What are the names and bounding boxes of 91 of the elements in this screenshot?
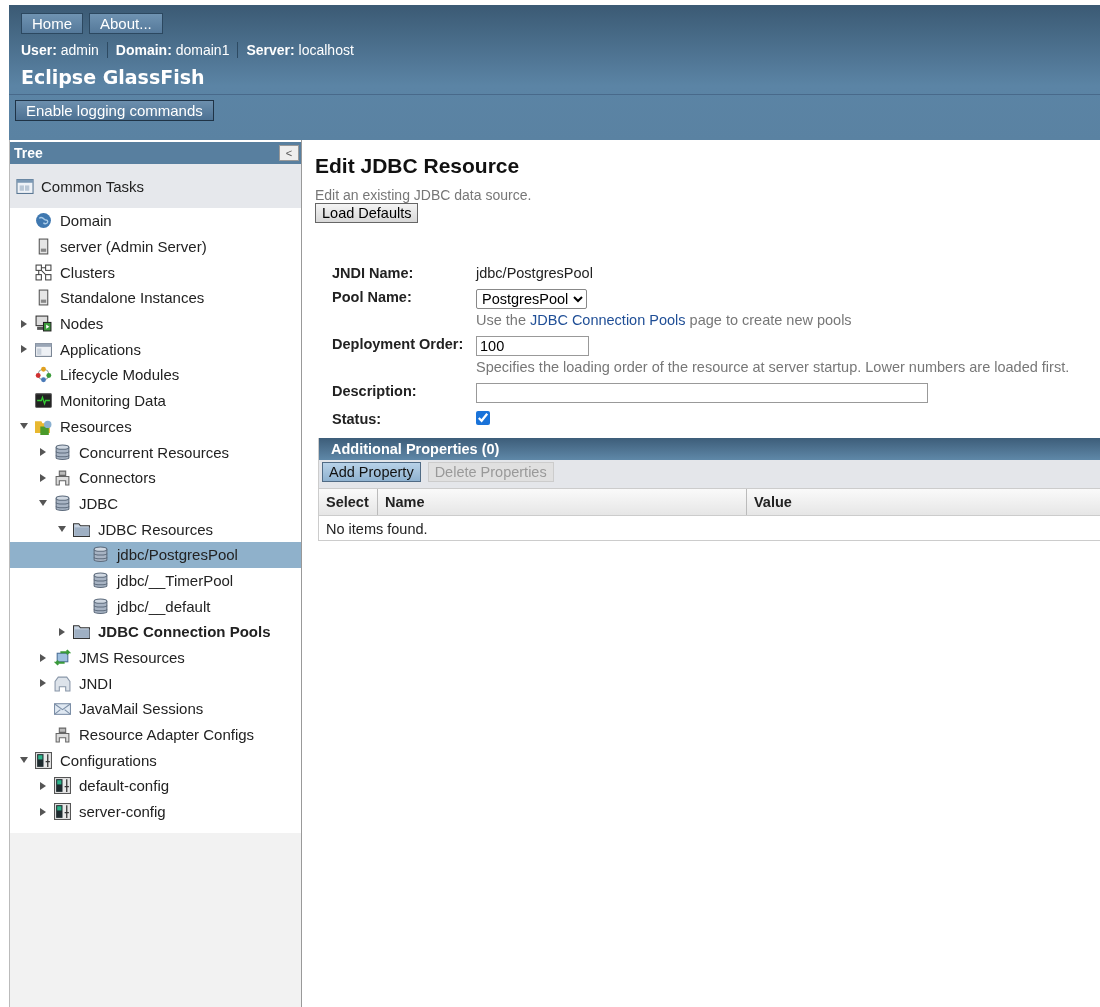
- logging-button[interactable]: Enable logging commands: [15, 100, 214, 121]
- field-label: Pool Name:: [332, 288, 413, 305]
- tree-item[interactable]: JNDI: [10, 670, 301, 697]
- field-label: Deployment Order:: [332, 335, 465, 352]
- envelope-icon: [54, 700, 71, 718]
- tree-item[interactable]: Resources: [10, 413, 301, 440]
- help-text: Specifies the loading order of the resource at server startup. Lower numbers are loaded first.: [476, 359, 1071, 375]
- tree-item[interactable]: JavaMail Sessions: [10, 696, 301, 722]
- toolbar-button[interactable]: Add Property: [322, 462, 421, 482]
- collapse-button[interactable]: <: [279, 145, 299, 161]
- window-icon: [35, 340, 52, 358]
- expand-arrow-icon[interactable]: [20, 319, 28, 328]
- tree-item[interactable]: JDBC Resources: [10, 516, 301, 542]
- panel-icon: [54, 803, 71, 821]
- field-label: JNDI Name:: [332, 264, 415, 281]
- page-description: Edit an existing JDBC data source.: [315, 187, 533, 203]
- globe-icon: [35, 212, 52, 230]
- common-tasks[interactable]: Common Tasks: [10, 164, 301, 208]
- building-icon: [54, 674, 71, 692]
- expand-arrow-icon[interactable]: [58, 627, 66, 636]
- tree-item[interactable]: Nodes: [10, 310, 301, 337]
- section-header: Additional Properties (0): [319, 438, 1100, 460]
- tree-item[interactable]: Lifecycle Modules: [10, 362, 301, 388]
- tree-item[interactable]: jdbc/__default: [10, 593, 301, 619]
- collapse-arrow-icon[interactable]: [20, 756, 28, 765]
- collapse-arrow-icon[interactable]: [58, 525, 66, 534]
- tree-item[interactable]: Resource Adapter Configs: [10, 721, 301, 748]
- tree-item[interactable]: jdbc/__TimerPool: [10, 567, 301, 594]
- plug-icon: [54, 469, 71, 487]
- tree-item[interactable]: server-config: [10, 798, 301, 825]
- description-field[interactable]: [476, 383, 928, 403]
- tree-item[interactable]: Monitoring Data: [10, 387, 301, 414]
- tree-title: Tree: [14, 145, 43, 161]
- tree-item[interactable]: default-config: [10, 773, 301, 799]
- status-checkbox[interactable]: [476, 411, 490, 425]
- column-header[interactable]: Value: [747, 489, 1100, 515]
- nav-tab[interactable]: Home: [21, 13, 83, 34]
- jndi-name-value: jdbc/PostgresPool: [476, 265, 593, 281]
- help-text: Use the JDBC Connection Pools page to create new pools: [476, 312, 853, 328]
- header-info: Domain: domain1: [115, 42, 230, 58]
- database-icon: [92, 571, 109, 589]
- expand-arrow-icon[interactable]: [39, 679, 47, 688]
- load-defaults-button[interactable]: Load Defaults: [315, 203, 419, 223]
- tree-item[interactable]: Applications: [10, 336, 301, 363]
- tree-item[interactable]: Clusters: [10, 259, 301, 286]
- database-icon: [54, 443, 71, 461]
- database-icon: [92, 546, 109, 564]
- header-info: User: admin: [21, 42, 99, 58]
- database-icon: [92, 597, 109, 615]
- deployment-order-field[interactable]: 100: [476, 336, 589, 356]
- collapse-arrow-icon[interactable]: [20, 422, 28, 431]
- tree-item[interactable]: JDBC: [10, 490, 301, 517]
- expand-arrow-icon[interactable]: [39, 473, 47, 482]
- column-header[interactable]: Name: [378, 489, 747, 515]
- pool-name-dropdown[interactable]: PostgresPool: [476, 289, 587, 309]
- expand-arrow-icon[interactable]: [39, 781, 47, 790]
- field-label: Status:: [332, 410, 383, 427]
- tree-item[interactable]: Concurrent Resources: [10, 439, 301, 465]
- cycle-icon: [35, 366, 52, 384]
- computer-icon: [35, 315, 52, 333]
- expand-arrow-icon[interactable]: [20, 345, 28, 354]
- folder-icon: [73, 623, 90, 641]
- collapse-arrow-icon[interactable]: [39, 499, 47, 508]
- tree-item[interactable]: Domain: [10, 208, 301, 234]
- tree-item[interactable]: Standalone Instances: [10, 285, 301, 311]
- page-title: Edit JDBC Resource: [315, 154, 521, 178]
- folder-icon: [73, 520, 90, 538]
- arrows-icon: [54, 649, 71, 667]
- connection-pools-link[interactable]: JDBC Connection Pools: [530, 312, 686, 328]
- expand-arrow-icon[interactable]: [39, 653, 47, 662]
- product-title: Eclipse GlassFish: [21, 66, 206, 88]
- tree-item[interactable]: JMS Resources: [10, 644, 301, 671]
- tree-item[interactable]: JDBC Connection Pools: [10, 619, 301, 645]
- monitor-icon: [35, 392, 52, 410]
- plug-icon: [54, 726, 71, 744]
- panel-icon: [54, 777, 71, 795]
- tree-item[interactable]: Connectors: [10, 464, 301, 491]
- empty-message: No items found.: [325, 520, 429, 539]
- tree-item[interactable]: jdbc/PostgresPool: [10, 541, 301, 568]
- expand-arrow-icon[interactable]: [39, 448, 47, 457]
- tree-item[interactable]: server (Admin Server): [10, 233, 301, 260]
- network-icon: [35, 263, 52, 281]
- database-icon: [54, 494, 71, 512]
- header-info: Server: localhost: [246, 42, 354, 58]
- field-label: Description:: [332, 382, 418, 399]
- nav-tab[interactable]: About...: [89, 13, 163, 34]
- expand-arrow-icon[interactable]: [39, 807, 47, 816]
- tree-item[interactable]: Configurations: [10, 747, 301, 774]
- panel-icon: [35, 751, 52, 769]
- column-header[interactable]: Select: [319, 489, 378, 515]
- table-icon: [16, 178, 34, 194]
